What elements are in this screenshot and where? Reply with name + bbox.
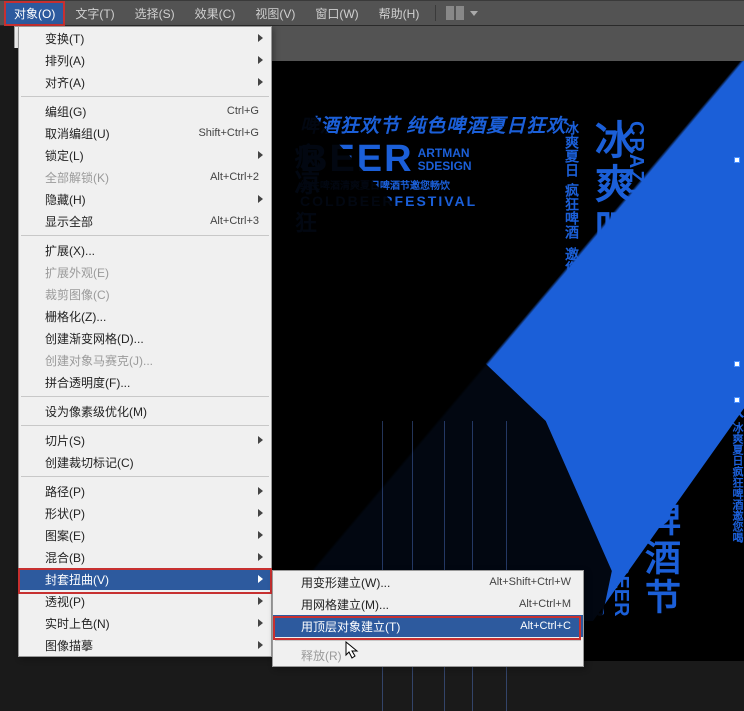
menu-item-transform[interactable]: 变换(T) — [19, 27, 271, 49]
selection-handle[interactable] — [734, 157, 740, 163]
submenu-arrow-icon — [258, 641, 263, 649]
guide — [444, 421, 445, 711]
menu-item-unlock-all: 全部解锁(K)Alt+Ctrl+2 — [19, 166, 271, 188]
menu-item-trim-marks[interactable]: 创建裁切标记(C) — [19, 451, 271, 473]
envelope-submenu: 用变形建立(W)...Alt+Shift+Ctrl+W 用网格建立(M)...A… — [272, 570, 584, 667]
submenu-arrow-icon — [258, 56, 263, 64]
submenu-arrow-icon — [258, 436, 263, 444]
menu-item-pixel-perfect[interactable]: 设为像素级优化(M) — [19, 400, 271, 422]
submenu-item-warp[interactable]: 用变形建立(W)...Alt+Shift+Ctrl+W — [273, 571, 583, 593]
selection-handle[interactable] — [734, 361, 740, 367]
guide — [382, 421, 383, 711]
menu-separator — [21, 235, 269, 236]
menu-separator — [21, 425, 269, 426]
menu-item-image-trace[interactable]: 图像描摹 — [19, 634, 271, 656]
menu-item-lock[interactable]: 锁定(L) — [19, 144, 271, 166]
menu-item-arrange[interactable]: 排列(A) — [19, 49, 271, 71]
submenu-arrow-icon — [258, 509, 263, 517]
guide — [472, 421, 473, 711]
submenu-arrow-icon — [258, 597, 263, 605]
menu-item-rasterize[interactable]: 栅格化(Z)... — [19, 305, 271, 327]
menu-separator — [21, 476, 269, 477]
menu-item-hide[interactable]: 隐藏(H) — [19, 188, 271, 210]
menu-bar: 对象(O) 文字(T) 选择(S) 效果(C) 视图(V) 窗口(W) 帮助(H… — [0, 0, 744, 26]
menu-item-flatten[interactable]: 拼合透明度(F)... — [19, 371, 271, 393]
selection-handle[interactable] — [734, 397, 740, 403]
menu-item-align[interactable]: 对齐(A) — [19, 71, 271, 93]
menu-item-envelope-distort[interactable]: 封套扭曲(V) — [19, 568, 271, 590]
menu-help[interactable]: 帮助(H) — [369, 1, 430, 26]
submenu-item-release: 释放(R) — [273, 644, 583, 666]
submenu-arrow-icon — [258, 531, 263, 539]
submenu-arrow-icon — [258, 575, 263, 583]
submenu-item-top-object[interactable]: 用顶层对象建立(T)Alt+Ctrl+C — [273, 615, 583, 637]
menu-separator — [275, 640, 581, 641]
menu-separator — [21, 396, 269, 397]
menu-item-pattern[interactable]: 图案(E) — [19, 524, 271, 546]
menu-item-gradient-mesh[interactable]: 创建渐变网格(D)... — [19, 327, 271, 349]
menu-window[interactable]: 窗口(W) — [305, 1, 368, 26]
menu-separator — [21, 96, 269, 97]
menu-item-perspective[interactable]: 透视(P) — [19, 590, 271, 612]
menu-type[interactable]: 文字(T) — [65, 1, 124, 26]
submenu-arrow-icon — [258, 487, 263, 495]
menu-item-ungroup[interactable]: 取消编组(U)Shift+Ctrl+G — [19, 122, 271, 144]
menu-item-expand[interactable]: 扩展(X)... — [19, 239, 271, 261]
guide — [506, 421, 507, 711]
submenu-arrow-icon — [258, 34, 263, 42]
object-menu: 变换(T) 排列(A) 对齐(A) 编组(G)Ctrl+G 取消编组(U)Shi… — [18, 26, 272, 657]
menu-effect[interactable]: 效果(C) — [185, 1, 246, 26]
submenu-arrow-icon — [258, 78, 263, 86]
menu-select[interactable]: 选择(S) — [125, 1, 185, 26]
menu-item-live-paint[interactable]: 实时上色(N) — [19, 612, 271, 634]
menu-view[interactable]: 视图(V) — [245, 1, 305, 26]
submenu-arrow-icon — [258, 553, 263, 561]
submenu-arrow-icon — [258, 151, 263, 159]
menu-object[interactable]: 对象(O) — [4, 1, 65, 26]
arrange-documents-icon[interactable] — [446, 6, 464, 20]
menu-item-blend[interactable]: 混合(B) — [19, 546, 271, 568]
submenu-item-mesh[interactable]: 用网格建立(M)...Alt+Ctrl+M — [273, 593, 583, 615]
submenu-arrow-icon — [258, 619, 263, 627]
submenu-arrow-icon — [258, 195, 263, 203]
menu-item-show-all[interactable]: 显示全部Alt+Ctrl+3 — [19, 210, 271, 232]
cursor-icon — [345, 641, 361, 661]
menu-item-crop-image: 裁剪图像(C) — [19, 283, 271, 305]
separator — [435, 5, 436, 21]
menu-item-mosaic: 创建对象马赛克(J)... — [19, 349, 271, 371]
menu-item-path[interactable]: 路径(P) — [19, 480, 271, 502]
chevron-down-icon[interactable] — [470, 11, 478, 16]
menu-item-shape[interactable]: 形状(P) — [19, 502, 271, 524]
menu-item-group[interactable]: 编组(G)Ctrl+G — [19, 100, 271, 122]
guide — [412, 421, 413, 711]
menu-item-slice[interactable]: 切片(S) — [19, 429, 271, 451]
canvas-area: 啤酒狂欢节 纯色啤酒夏日狂欢 BEER ARTMANSDESIGN 纯生啤酒清爽… — [272, 26, 744, 661]
menu-item-expand-appearance: 扩展外观(E) — [19, 261, 271, 283]
